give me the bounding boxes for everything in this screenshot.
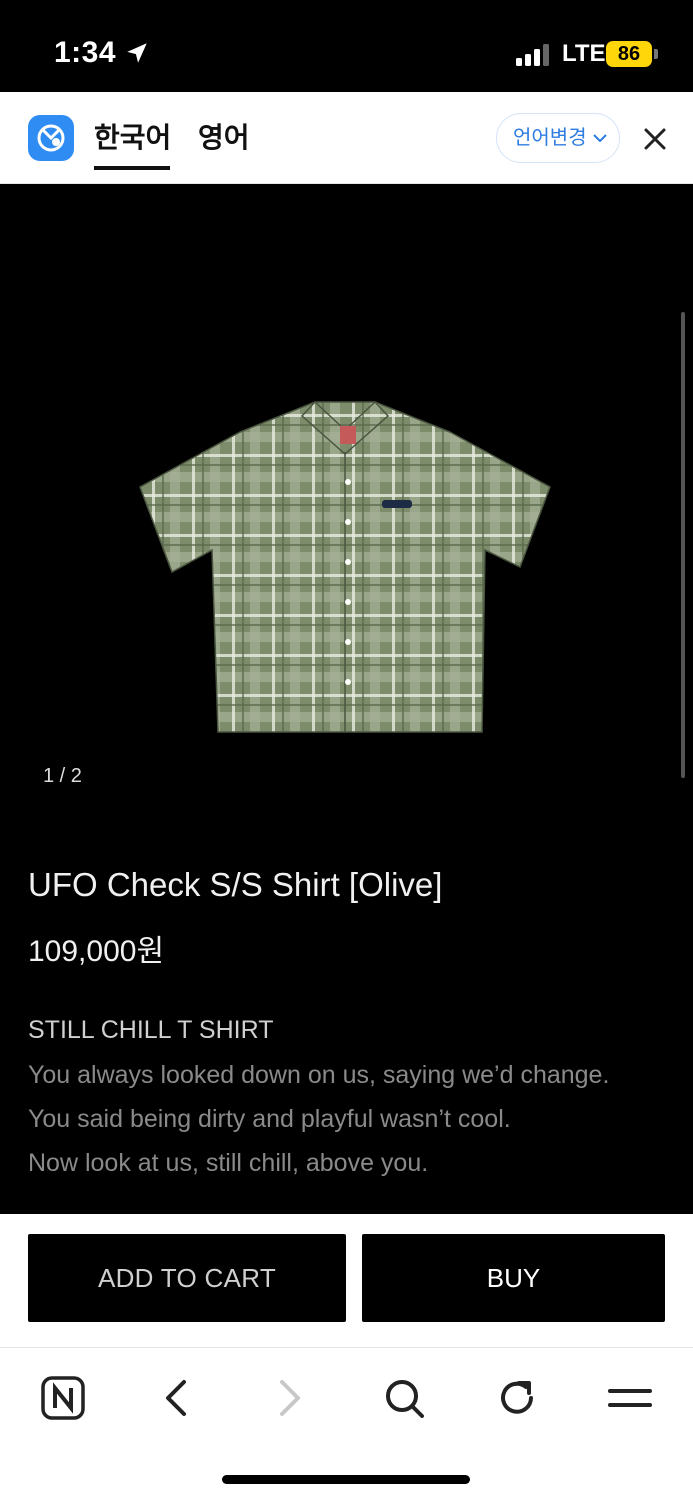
refresh-icon[interactable] [493,1374,541,1422]
add-to-cart-button[interactable]: ADD TO CART [28,1234,346,1322]
change-language-label: 언어변경 [513,127,587,149]
purchase-action-bar: ADD TO CART BUY [0,1214,693,1348]
battery-level: 86 [617,43,641,65]
description-line: You always looked down on us, saying we’… [28,1061,610,1089]
tab-english[interactable]: 영어 [198,116,250,172]
translation-bar: 한국어 영어 언어변경 [0,92,693,184]
forward-icon[interactable] [266,1374,314,1422]
buy-button[interactable]: BUY [362,1234,665,1322]
scrollbar[interactable] [681,312,685,778]
search-icon[interactable] [380,1374,428,1422]
status-time: 1:34 [54,36,117,69]
close-icon[interactable] [640,124,670,154]
description-line: Now look at us, still chill, above you. [28,1149,429,1177]
home-indicator [222,1475,470,1484]
tab-korean[interactable]: 한국어 [94,116,171,172]
description-line: You said being dirty and playful wasn’t … [28,1105,511,1133]
menu-icon[interactable] [606,1374,654,1422]
description-title: STILL CHILL T SHIRT [28,1016,274,1044]
battery-icon: 86 [606,41,658,67]
status-bar: 1:34 LTE 86 [0,0,693,92]
signal-icon [516,44,549,66]
browser-toolbar [0,1348,693,1500]
naver-home-icon[interactable] [39,1374,87,1422]
change-language-button[interactable]: 언어변경 [496,113,620,163]
location-arrow-icon [127,43,147,63]
image-pager: 1 / 2 [43,765,82,787]
product-image[interactable] [130,392,560,752]
back-icon[interactable] [152,1374,200,1422]
product-title: UFO Check S/S Shirt [Olive] [28,866,443,903]
papago-logo-icon [28,115,74,161]
network-type: LTE [562,40,606,67]
active-tab-indicator [94,166,170,170]
chevron-down-icon [593,134,607,143]
product-price: 109,000원 [28,935,165,968]
